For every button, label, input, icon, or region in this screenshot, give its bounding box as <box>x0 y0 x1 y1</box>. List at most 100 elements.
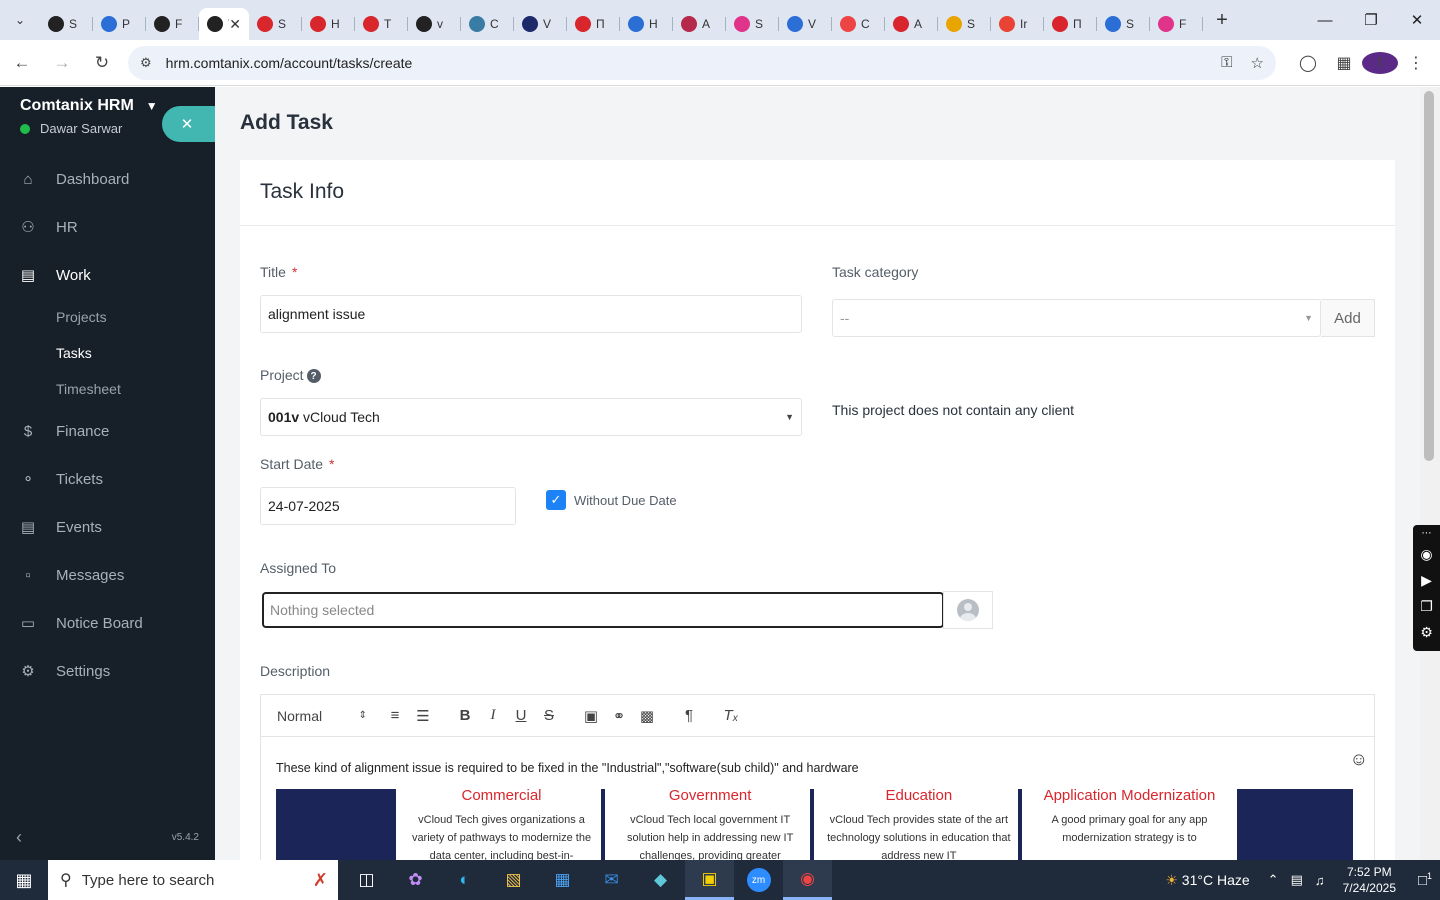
browser-tab[interactable]: F <box>146 8 199 40</box>
task-view-icon[interactable]: ◫ <box>342 860 391 900</box>
zoom-icon[interactable]: zm <box>734 860 783 900</box>
forward-icon[interactable]: → <box>44 45 80 81</box>
italic-icon[interactable]: I <box>479 707 507 724</box>
url-text[interactable]: hrm.comtanix.com/account/tasks/create <box>166 55 1203 71</box>
browser-tab[interactable]: S <box>726 8 779 40</box>
translate-icon[interactable]: ◯ <box>1290 53 1326 73</box>
video-icon[interactable]: ▩ <box>633 707 661 725</box>
add-category-button[interactable]: Add <box>1321 299 1375 337</box>
sidebar-item-notice-board[interactable]: ▭ Notice Board <box>0 599 215 647</box>
bold-icon[interactable]: B <box>451 707 479 724</box>
sidebar-item-dashboard[interactable]: ⌂ Dashboard <box>0 155 215 203</box>
back-icon[interactable]: ← <box>4 45 40 81</box>
browser-tab[interactable]: C <box>832 8 885 40</box>
checkmark-icon[interactable]: ✓ <box>546 490 566 510</box>
taskbar-clock[interactable]: 7:52 PM 7/24/2025 <box>1343 864 1396 896</box>
browser-tab[interactable]: A <box>885 8 938 40</box>
close-window-icon[interactable]: ✕ <box>1394 0 1440 40</box>
browser-tab[interactable]: П <box>1044 8 1097 40</box>
format-select[interactable]: Normal ⇕ <box>277 708 367 724</box>
browser-tab[interactable]: C <box>461 8 514 40</box>
browser-tab[interactable]: V <box>514 8 567 40</box>
kebab-menu-icon[interactable]: ⋮ <box>1398 53 1434 73</box>
browser-tab[interactable]: T <box>355 8 408 40</box>
brand-block[interactable]: Comtanix HRM ▼ Dawar Sarwar <box>20 97 158 136</box>
sidebar-item-hr[interactable]: ⚇ HR <box>0 203 215 251</box>
edge-icon[interactable]: ◐ <box>440 860 489 900</box>
assigned-to-select[interactable]: Nothing selected <box>262 592 944 628</box>
ordered-list-icon[interactable]: ≡ <box>381 707 409 724</box>
sidebar-subitem-projects[interactable]: Projects <box>0 299 215 335</box>
browser-tab[interactable]: S <box>938 8 991 40</box>
sidebar-close-button[interactable]: ✕ <box>162 106 216 142</box>
minimize-icon[interactable]: — <box>1302 0 1348 40</box>
browser-tab[interactable]: A <box>673 8 726 40</box>
browser-tab[interactable]: P <box>93 8 146 40</box>
without-due-date-checkbox[interactable]: ✓ Without Due Date <box>546 490 677 510</box>
taskbar-search-box[interactable]: ⚲ Type here to search ✗ <box>48 860 338 900</box>
browser-tab[interactable]: H <box>302 8 355 40</box>
show-hidden-icons-icon[interactable]: ⌃ <box>1268 872 1279 888</box>
tab-search-chevron-icon[interactable]: ⌄ <box>0 0 40 40</box>
clear-format-icon[interactable]: Tₓ <box>717 707 745 724</box>
project-select[interactable]: 001v vCloud Tech ▼ <box>260 398 802 436</box>
network-icon[interactable]: ▤ <box>1291 872 1303 888</box>
sidebar-item-finance[interactable]: $ Finance <box>0 407 215 455</box>
sidebar-item-settings[interactable]: ⚙ Settings <box>0 647 215 695</box>
sticky-notes-icon[interactable]: ▣ <box>685 860 734 900</box>
page-scrollbar[interactable] <box>1420 87 1440 860</box>
weather-widget[interactable]: ☀ 31°C Haze <box>1165 872 1249 889</box>
chevron-down-icon[interactable]: ▼ <box>146 99 158 113</box>
browser-tab[interactable]: П <box>567 8 620 40</box>
close-tab-icon[interactable]: ✕ <box>229 16 241 33</box>
help-icon[interactable]: ? <box>306 369 321 384</box>
sidebar-item-work[interactable]: ▤ Work <box>0 251 215 299</box>
browser-tab[interactable]: Ir <box>991 8 1044 40</box>
underline-icon[interactable]: U <box>507 707 535 724</box>
bullet-list-icon[interactable]: ☰ <box>409 707 437 725</box>
browser-tab[interactable]: v <box>408 8 461 40</box>
task-category-select[interactable]: -- ▼ <box>832 299 1321 337</box>
window-icon[interactable]: ❐ <box>1420 593 1433 619</box>
emoji-icon[interactable]: ☺ <box>1350 749 1368 770</box>
camera-icon[interactable]: ◉ <box>1420 541 1432 567</box>
collapse-arrow-icon[interactable]: ‹ <box>16 827 22 848</box>
profile-avatar[interactable]: t <box>1362 51 1398 74</box>
text-direction-icon[interactable]: ¶ <box>675 707 703 724</box>
windows-start-icon[interactable]: ▦ <box>0 860 48 900</box>
link-icon[interactable]: ⚭ <box>605 707 633 725</box>
mail-icon[interactable]: ✉ <box>587 860 636 900</box>
new-tab-button[interactable]: + <box>1207 5 1237 35</box>
browser-tab[interactable]: Ta✕ <box>199 8 249 40</box>
notification-center-icon[interactable]: □1 <box>1410 871 1440 889</box>
assignee-avatar-button[interactable] <box>943 591 993 629</box>
editor-content[interactable]: ☺ These kind of alignment issue is requi… <box>261 737 1374 860</box>
strikethrough-icon[interactable]: S <box>535 707 563 724</box>
sidebar-item-events[interactable]: ▤ Events <box>0 503 215 551</box>
reload-icon[interactable]: ↻ <box>84 45 120 81</box>
image-icon[interactable]: ▣ <box>577 707 605 725</box>
volume-icon[interactable]: ♫ <box>1315 873 1325 888</box>
copilot-icon[interactable]: ✿ <box>391 860 440 900</box>
video-camera-icon[interactable]: ▶ <box>1421 567 1432 593</box>
browser-tab[interactable]: S <box>249 8 302 40</box>
omnibox[interactable]: ⚙ hrm.comtanix.com/account/tasks/create … <box>128 45 1276 80</box>
profile-button[interactable]: t <box>1362 51 1398 74</box>
bookmark-star-icon[interactable]: ☆ <box>1251 54 1264 72</box>
settings-gear-icon[interactable]: ⚙ <box>1420 619 1433 645</box>
browser-tab[interactable]: V <box>779 8 832 40</box>
start-date-input[interactable]: 24-07-2025 <box>260 487 516 525</box>
browser-tab[interactable]: S <box>1097 8 1150 40</box>
maximize-icon[interactable]: ❐ <box>1348 0 1394 40</box>
sidebar-subitem-timesheet[interactable]: Timesheet <box>0 371 215 407</box>
browser-tab[interactable]: S <box>40 8 93 40</box>
sidebar-item-messages[interactable]: ▫ Messages <box>0 551 215 599</box>
app-diamond-icon[interactable]: ◆ <box>636 860 685 900</box>
password-key-icon[interactable]: ⚿ <box>1221 54 1232 71</box>
more-options-icon[interactable]: ⋯ <box>1422 525 1432 541</box>
extensions-icon[interactable]: ▦ <box>1326 53 1362 73</box>
scrollbar-thumb[interactable] <box>1424 91 1434 461</box>
site-info-icon[interactable]: ⚙ <box>140 55 152 71</box>
title-input[interactable]: alignment issue <box>260 295 802 333</box>
chrome-icon[interactable]: ◉ <box>783 860 832 900</box>
